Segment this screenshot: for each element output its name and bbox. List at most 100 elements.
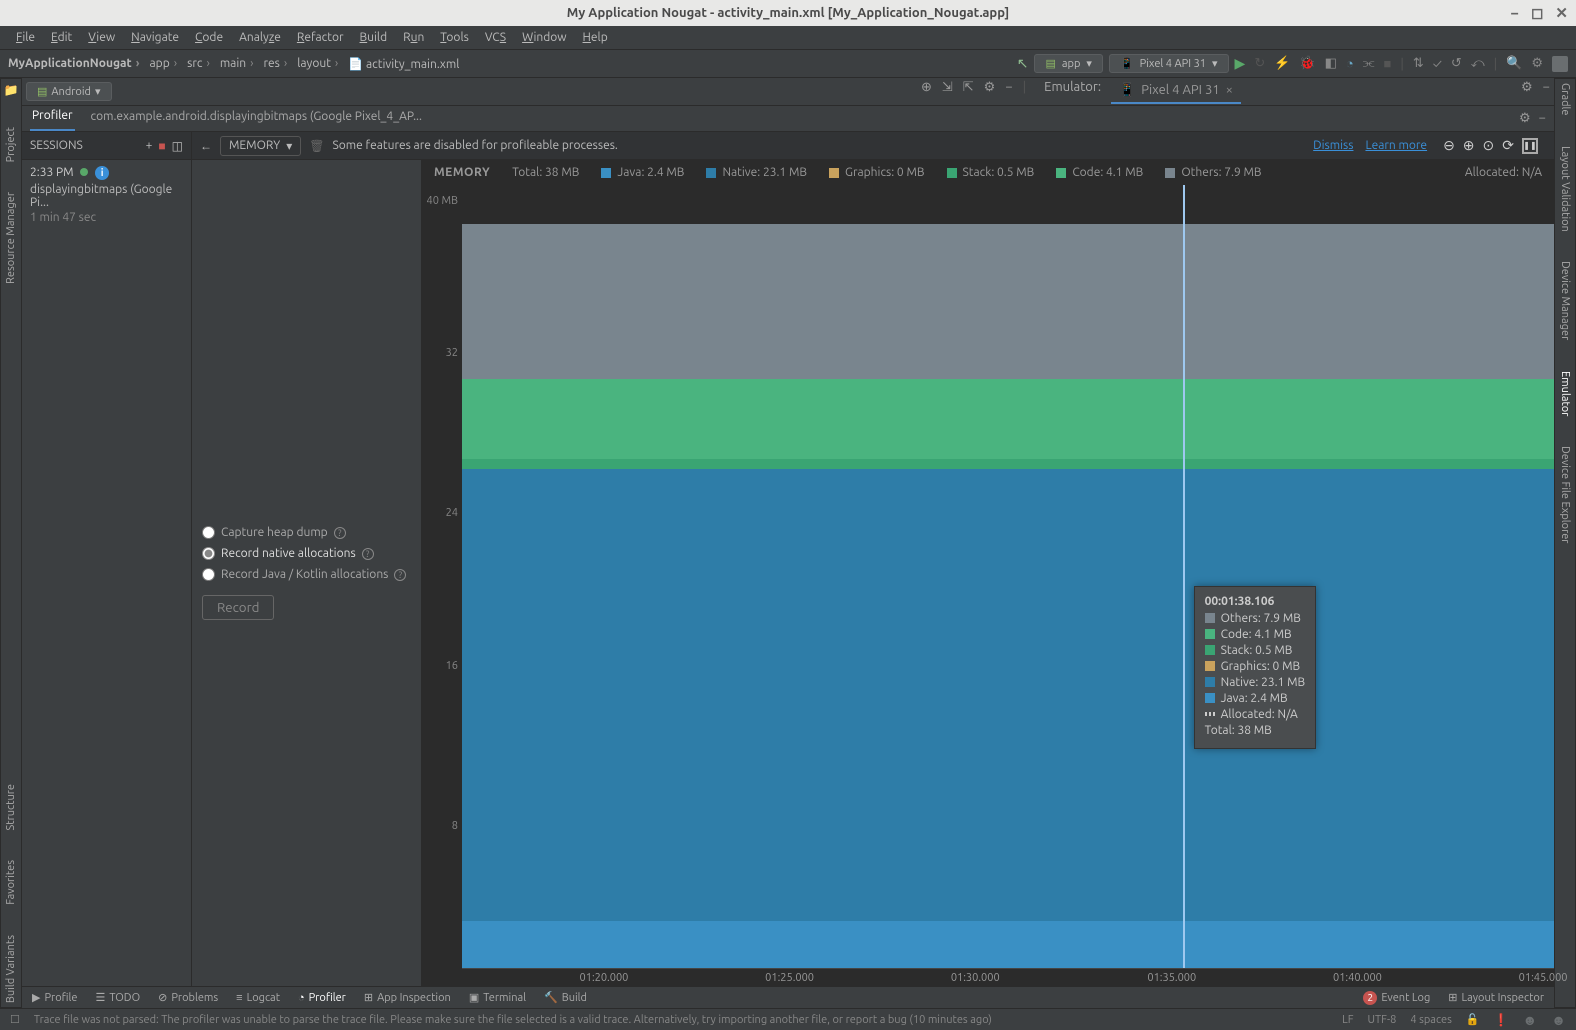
- hide-icon[interactable]: −: [1539, 111, 1546, 126]
- hide-icon[interactable]: −: [1543, 80, 1550, 104]
- time-cursor[interactable]: [1183, 185, 1185, 968]
- avatar-icon[interactable]: [1552, 56, 1568, 72]
- right-strip-emulator[interactable]: Emulator: [1559, 371, 1571, 416]
- maximize-icon[interactable]: ◻: [1531, 4, 1543, 22]
- gear-icon[interactable]: ⚙: [1521, 80, 1533, 104]
- radio-java-alloc[interactable]: Record Java / Kotlin allocations ?: [202, 568, 411, 581]
- radio-native-alloc[interactable]: Record native allocations ?: [202, 547, 411, 560]
- menu-vcs[interactable]: VCS: [479, 29, 512, 46]
- git-commit-icon[interactable]: ✓: [1433, 57, 1442, 71]
- profile-icon[interactable]: ◔: [1346, 56, 1354, 71]
- memory-chart[interactable]: MEMORY Total: 38 MB Java: 2.4 MB Native:…: [422, 160, 1554, 986]
- coverage-icon[interactable]: ◧: [1325, 56, 1337, 71]
- menu-edit[interactable]: Edit: [45, 29, 78, 46]
- left-strip-favorites[interactable]: Favorites: [5, 860, 17, 905]
- layout-inspector-button[interactable]: ⊞ Layout Inspector: [1448, 991, 1544, 1004]
- profiler-process-tab[interactable]: com.example.android.displayingbitmaps (G…: [89, 107, 424, 130]
- menu-build[interactable]: Build: [354, 29, 394, 46]
- menu-code[interactable]: Code: [189, 29, 229, 46]
- breadcrumb[interactable]: app: [150, 57, 182, 70]
- lock-icon[interactable]: 🔓: [1466, 1013, 1480, 1026]
- apply-changes-icon[interactable]: ↻: [1254, 56, 1265, 71]
- breadcrumb[interactable]: res: [263, 57, 291, 70]
- line-ending[interactable]: LF: [1342, 1014, 1353, 1026]
- menu-navigate[interactable]: Navigate: [125, 29, 185, 46]
- search-icon[interactable]: 🔍: [1506, 56, 1522, 71]
- trash-icon[interactable]: 🗑: [309, 139, 324, 153]
- menu-file[interactable]: File: [10, 29, 41, 46]
- right-strip-layout-validation[interactable]: Layout Validation: [1559, 146, 1571, 232]
- stop-icon[interactable]: ■: [1383, 56, 1391, 71]
- breadcrumb[interactable]: layout: [297, 57, 342, 70]
- zoom-in-icon[interactable]: ⊕: [1463, 137, 1475, 154]
- memory-indicator-icon[interactable]: ☻: [1523, 1012, 1538, 1028]
- info-icon[interactable]: i: [95, 166, 109, 180]
- target-icon[interactable]: ⊕: [921, 80, 932, 104]
- breadcrumb[interactable]: main: [220, 57, 258, 70]
- menu-window[interactable]: Window: [516, 29, 572, 46]
- project-view-selector[interactable]: ▤ Android ▾: [26, 82, 112, 101]
- bottom-tab-profiler[interactable]: ◔ Profiler: [298, 992, 346, 1004]
- learn-more-link[interactable]: Learn more: [1365, 139, 1427, 152]
- help-icon[interactable]: ?: [362, 548, 374, 560]
- profiler-view-selector[interactable]: MEMORY ▾: [220, 136, 301, 156]
- close-icon[interactable]: ✕: [1555, 4, 1568, 22]
- bottom-tab-logcat[interactable]: ≡ Logcat: [236, 992, 280, 1004]
- menu-help[interactable]: Help: [577, 29, 614, 46]
- menu-tools[interactable]: Tools: [434, 29, 475, 46]
- breadcrumb-file[interactable]: 📄 activity_main.xml: [348, 57, 459, 71]
- minimize-icon[interactable]: −: [1511, 4, 1519, 22]
- bottom-tab-app-inspection[interactable]: ⊞ App Inspection: [364, 991, 451, 1004]
- pause-live-icon[interactable]: ❚❚: [1522, 138, 1538, 154]
- help-icon[interactable]: ?: [334, 527, 346, 539]
- collapse-icon[interactable]: ⇱: [963, 80, 974, 104]
- help-icon[interactable]: ?: [394, 569, 406, 581]
- gear-icon[interactable]: ⚙: [1519, 111, 1531, 126]
- indent-setting[interactable]: 4 spaces: [1410, 1014, 1452, 1026]
- bottom-tab-todo[interactable]: ☰ TODO: [95, 991, 140, 1004]
- menu-refactor[interactable]: Refactor: [291, 29, 350, 46]
- left-strip-structure[interactable]: Structure: [5, 784, 17, 831]
- build-icon[interactable]: ↖: [1017, 55, 1029, 72]
- back-icon[interactable]: ←: [200, 139, 212, 153]
- add-session-icon[interactable]: +: [146, 139, 153, 152]
- run-config-selector[interactable]: ▤ app ▾: [1034, 54, 1102, 73]
- bottom-tab-problems[interactable]: ⊘ Problems: [158, 991, 218, 1004]
- right-strip-device-manager[interactable]: Device Manager: [1559, 261, 1571, 340]
- session-entry[interactable]: 2:33 PM i displayingbitmaps (Google Pi..…: [30, 166, 183, 224]
- git-rollback-icon[interactable]: ⤺: [1471, 56, 1485, 71]
- status-marker-icon[interactable]: ☐: [10, 1013, 20, 1026]
- settings-icon[interactable]: ⚙: [1531, 56, 1543, 71]
- right-strip-gradle[interactable]: Gradle: [1559, 83, 1571, 116]
- menu-view[interactable]: View: [82, 29, 121, 46]
- left-strip-build-variants[interactable]: Build Variants: [5, 935, 17, 1003]
- right-strip-device-file-explorer[interactable]: Device File Explorer: [1559, 446, 1571, 543]
- stop-session-icon[interactable]: ■: [158, 139, 165, 153]
- breadcrumb[interactable]: MyApplicationNougat: [8, 57, 144, 70]
- debug-icon[interactable]: 🐞: [1299, 56, 1315, 71]
- error-indicator-icon[interactable]: ❗: [1494, 1013, 1509, 1027]
- attach-debug-icon[interactable]: ⫘: [1363, 56, 1375, 71]
- expand-icon[interactable]: ⇲: [942, 80, 953, 104]
- record-button[interactable]: Record: [202, 595, 274, 620]
- bottom-tab-terminal[interactable]: ▣ Terminal: [469, 991, 526, 1004]
- breadcrumb[interactable]: src: [187, 57, 214, 70]
- device-selector[interactable]: 📱 Pixel 4 API 31 ▾: [1109, 54, 1229, 73]
- emulator-device-tab[interactable]: 📱 Pixel 4 API 31 ×: [1111, 80, 1241, 104]
- radio-heap-dump[interactable]: Capture heap dump ?: [202, 526, 411, 539]
- apply-code-icon[interactable]: ⚡: [1274, 56, 1290, 71]
- zoom-reset-icon[interactable]: ⊙: [1483, 137, 1495, 154]
- ide-status-icon[interactable]: ☻: [1551, 1012, 1566, 1028]
- encoding[interactable]: UTF-8: [1368, 1014, 1397, 1026]
- menu-run[interactable]: Run: [397, 29, 430, 46]
- git-history-icon[interactable]: ↺: [1451, 56, 1462, 71]
- menu-analyze[interactable]: Analyze: [233, 29, 287, 46]
- bottom-tab-build[interactable]: 🔨 Build: [544, 991, 587, 1004]
- left-strip-resource-manager[interactable]: Resource Manager: [5, 192, 17, 284]
- bottom-tab-profile[interactable]: ▶ Profile: [32, 991, 77, 1004]
- gear-icon[interactable]: ⚙: [984, 80, 996, 104]
- close-tab-icon[interactable]: ×: [1226, 83, 1233, 97]
- git-update-icon[interactable]: ⇅: [1413, 56, 1424, 71]
- zoom-fit-icon[interactable]: ⟳: [1502, 137, 1514, 154]
- hide-icon[interactable]: −: [1005, 80, 1012, 104]
